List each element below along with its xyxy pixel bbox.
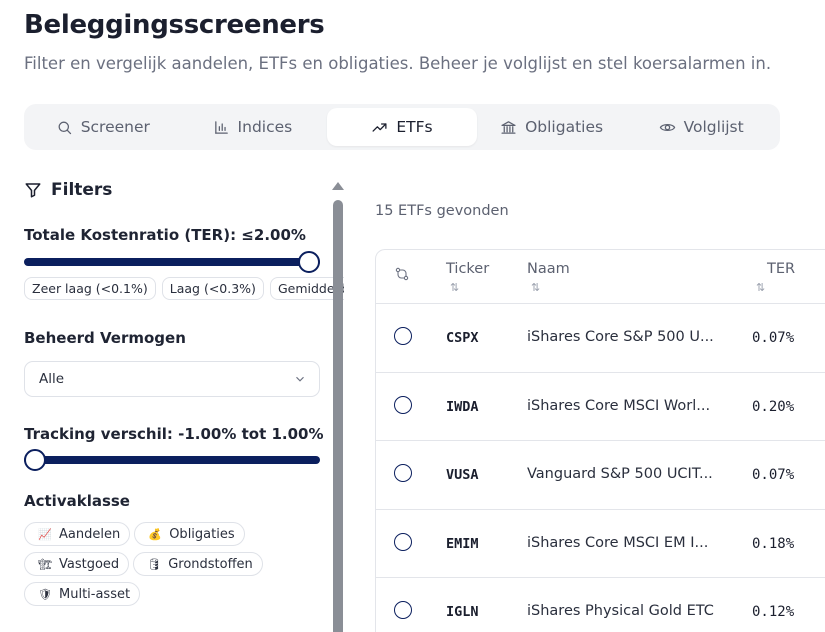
sort-icon[interactable]: ⇅ (756, 281, 765, 294)
asset-class-chips: 📈 Aandelen 💰 Obligaties 🏗 Vastgoed 🛢 Gro… (24, 522, 324, 606)
column-header-naam[interactable]: Naam (527, 261, 570, 277)
column-header-ticker[interactable]: Ticker (446, 261, 489, 277)
aum-label: Beheerd Vermogen (24, 329, 186, 347)
row-ticker: IWDA (446, 398, 479, 415)
results-count: 15 ETFs gevonden (375, 203, 509, 219)
barrel-icon: 🛢 (147, 557, 162, 571)
row-select-radio[interactable] (394, 327, 412, 345)
scrollbar-thumb[interactable] (333, 200, 343, 632)
row-select-radio[interactable] (394, 532, 412, 551)
row-ticker: CSPX (446, 330, 479, 346)
chip-zeer-laag[interactable]: Zeer laag (<0.1%) (24, 277, 156, 300)
row-name: iShares Core S&P 500 U... (527, 329, 714, 345)
row-ticker: VUSA (446, 467, 479, 483)
asset-chip-label: Vastgoed (59, 556, 120, 572)
tracking-slider-thumb[interactable] (24, 449, 46, 471)
row-ter: 0.18% (752, 535, 795, 552)
chip-laag[interactable]: Laag (<0.3%) (161, 277, 264, 300)
page-title: Beleggingsscreeners (24, 10, 325, 40)
row-name: iShares Physical Gold ETC (527, 603, 714, 619)
compare-icon[interactable] (394, 266, 410, 286)
asset-chip-label: Obligaties (169, 526, 235, 542)
row-ter: 0.07% (752, 330, 795, 346)
search-icon (58, 121, 71, 134)
asset-chip-label: Grondstoffen (168, 556, 253, 572)
tab-label: Volglijst (683, 118, 744, 136)
filter-sidebar: Filters Totale Kostenratio (TER): ≤2.00%… (24, 180, 344, 632)
tab-volglijst[interactable]: Volglijst (626, 108, 776, 146)
tab-obligaties[interactable]: Obligaties (477, 108, 627, 146)
chart-emoji-icon: 📈 (38, 527, 52, 541)
ter-preset-chips: Zeer laag (<0.1%) Laag (<0.3%) Gemiddeld (24, 277, 344, 300)
ter-label: Totale Kostenratio (TER): ≤2.00% (24, 226, 306, 244)
tab-label: Screener (80, 118, 150, 136)
ter-slider-thumb[interactable] (298, 251, 320, 273)
row-ter: 0.20% (752, 398, 795, 415)
asset-chip-obligaties[interactable]: 💰 Obligaties (134, 522, 245, 546)
etf-results-table: Ticker ⇅ Naam ⇅ TER ⇅ CSPX iShares Core … (375, 249, 825, 632)
tab-label: Obligaties (525, 118, 604, 136)
tab-label: ETFs (396, 118, 433, 136)
asset-chip-multi-asset[interactable]: 🛡 Multi-asset (24, 582, 141, 606)
bar-chart-icon (214, 120, 228, 134)
sort-icon[interactable]: ⇅ (531, 281, 540, 294)
asset-chip-aandelen[interactable]: 📈 Aandelen (24, 522, 131, 546)
trending-up-icon (372, 122, 387, 132)
table-row[interactable]: IWDA iShares Core MSCI Worl... 0.20% (376, 373, 825, 441)
asset-chip-label: Aandelen (59, 526, 121, 542)
tab-etfs[interactable]: ETFs (327, 108, 477, 146)
row-name: iShares Core MSCI EM I... (527, 534, 709, 551)
tab-indices[interactable]: Indices (178, 108, 328, 146)
filter-icon (25, 183, 41, 198)
page-subtitle: Filter en vergelijk aandelen, ETFs en ob… (24, 54, 772, 73)
asset-chip-vastgoed[interactable]: 🏗 Vastgoed (24, 552, 130, 576)
filters-heading: Filters (24, 180, 112, 200)
table-row[interactable]: EMIM iShares Core MSCI EM I... 0.18% (376, 510, 825, 578)
asset-chip-label: Multi-asset (59, 586, 131, 602)
scroll-up-arrow-icon[interactable] (332, 182, 344, 190)
sort-icon[interactable]: ⇅ (450, 281, 459, 294)
row-ter: 0.12% (752, 604, 795, 620)
bank-icon (501, 120, 516, 134)
table-header: Ticker ⇅ Naam ⇅ TER ⇅ (376, 250, 825, 304)
tab-bar: Screener Indices ETFs Obligaties Volglij… (24, 104, 780, 150)
row-ticker: EMIM (446, 535, 479, 552)
eye-icon (659, 123, 675, 131)
aum-select[interactable]: Alle (24, 361, 320, 397)
table-row[interactable]: CSPX iShares Core S&P 500 U... 0.07% (376, 304, 825, 373)
column-header-ter[interactable]: TER (767, 261, 795, 277)
row-ticker: IGLN (446, 604, 479, 620)
ter-slider-track[interactable] (24, 258, 320, 266)
asset-class-label: Activaklasse (24, 492, 130, 510)
shield-icon: 🛡 (38, 587, 52, 601)
money-bag-icon: 💰 (148, 527, 163, 541)
asset-chip-grondstoffen[interactable]: 🛢 Grondstoffen (133, 552, 263, 576)
row-name: iShares Core MSCI Worl... (527, 397, 711, 414)
table-row[interactable]: VUSA Vanguard S&P 500 UCIT... 0.07% (376, 441, 825, 510)
sidebar-scrollbar[interactable] (330, 180, 346, 632)
tab-screener[interactable]: Screener (28, 108, 178, 146)
row-select-radio[interactable] (394, 395, 412, 414)
row-ter: 0.07% (752, 467, 795, 483)
tracking-label: Tracking verschil: -1.00% tot 1.00% (24, 425, 324, 443)
aum-select-value: Alle (39, 371, 65, 387)
row-select-radio[interactable] (394, 601, 412, 619)
table-row[interactable]: IGLN iShares Physical Gold ETC 0.12% (376, 578, 825, 632)
row-name: Vanguard S&P 500 UCIT... (527, 466, 713, 482)
filters-title: Filters (51, 180, 113, 200)
construction-icon: 🏗 (38, 557, 52, 571)
tracking-slider-track[interactable] (24, 456, 320, 464)
chevron-down-icon (296, 376, 304, 382)
row-select-radio[interactable] (394, 464, 412, 482)
tab-label: Indices (237, 118, 293, 136)
